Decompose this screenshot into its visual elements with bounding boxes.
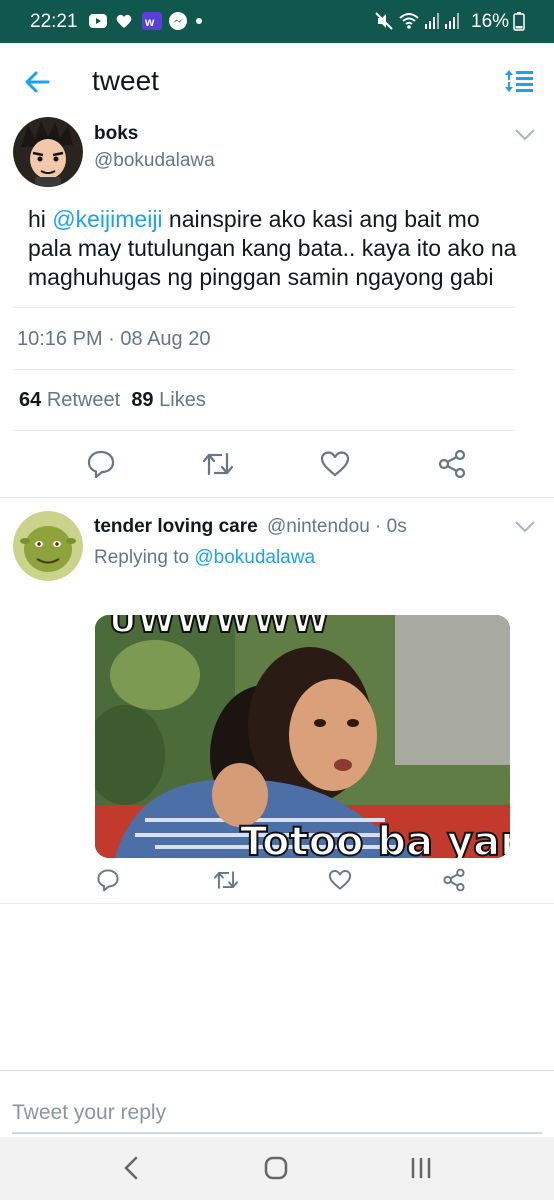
- signal-2-icon: [445, 13, 459, 29]
- like-icon[interactable]: [320, 450, 350, 478]
- reply-composer[interactable]: Tweet your reply: [0, 1070, 554, 1133]
- retweet-label[interactable]: Retweet: [47, 389, 120, 411]
- divider: [14, 430, 514, 431]
- reply-image[interactable]: UWWWWW Totoo ba yan?: [95, 615, 510, 858]
- nav-home-icon[interactable]: [263, 1155, 289, 1181]
- messenger-icon: [169, 12, 187, 30]
- battery-percent: 16%: [471, 11, 510, 32]
- status-time: 22:21: [30, 11, 78, 32]
- system-nav-bar: [0, 1137, 554, 1200]
- meme-bottom-caption: Totoo ba yan?: [239, 818, 510, 858]
- divider: [14, 307, 514, 308]
- sort-icon[interactable]: [504, 68, 534, 94]
- reply-share-icon[interactable]: [442, 868, 466, 892]
- signal-icon: [425, 13, 439, 29]
- tweet-body: hi @keijimeiji nainspire ako kasi ang ba…: [28, 205, 528, 292]
- reply-retweet-icon[interactable]: [213, 869, 239, 891]
- tweet-text-prefix: hi: [28, 206, 53, 232]
- nav-back-icon[interactable]: [120, 1155, 144, 1181]
- heart-app-icon: [116, 14, 132, 28]
- notification-dot-icon: [196, 18, 202, 24]
- tweet-timestamp: 10:16 PM · 08 Aug 20: [17, 328, 211, 350]
- replying-to: Replying to @bokudalawa: [94, 547, 315, 569]
- chevron-down-icon[interactable]: [514, 128, 536, 142]
- reply-author-handle[interactable]: @nintendou · 0s: [267, 516, 407, 538]
- reply-icon[interactable]: [86, 449, 116, 479]
- reply-author-avatar[interactable]: [13, 511, 83, 581]
- section-divider: [0, 497, 554, 498]
- back-arrow-icon[interactable]: [22, 65, 56, 99]
- reply-input-underline: [12, 1132, 542, 1134]
- mention-link[interactable]: @keijimeiji: [52, 206, 162, 232]
- status-bar: 22:21 w 16%: [0, 0, 554, 43]
- top-app-bar: tweet: [0, 43, 554, 119]
- wifi-icon: [399, 13, 419, 29]
- svg-text:w: w: [144, 15, 155, 29]
- author-name[interactable]: boks: [94, 123, 138, 145]
- replying-prefix: Replying to: [94, 547, 195, 568]
- retweet-icon[interactable]: [202, 450, 234, 478]
- share-icon[interactable]: [437, 449, 467, 479]
- reply-reply-icon[interactable]: [96, 868, 120, 892]
- page-title: tweet: [92, 65, 159, 96]
- reply-like-icon[interactable]: [328, 869, 352, 891]
- youtube-icon: [89, 14, 107, 28]
- likes-label[interactable]: Likes: [159, 389, 206, 411]
- author-avatar[interactable]: [13, 117, 83, 187]
- reply-chevron-down-icon[interactable]: [514, 520, 536, 534]
- webtoon-icon: w: [142, 12, 162, 30]
- reply-input-placeholder[interactable]: Tweet your reply: [12, 1101, 166, 1125]
- meme-top-caption: UWWWWW: [108, 615, 331, 642]
- replying-to-link[interactable]: @bokudalawa: [194, 547, 315, 568]
- tweet-stats: 64 Retweet 89 Likes: [19, 389, 206, 412]
- mute-icon: [375, 12, 393, 30]
- likes-count[interactable]: 89: [131, 389, 153, 411]
- divider: [14, 369, 514, 370]
- author-handle[interactable]: @bokudalawa: [94, 150, 215, 172]
- section-divider: [0, 903, 554, 904]
- reply-author-name[interactable]: tender loving care: [94, 516, 258, 538]
- nav-recents-icon[interactable]: [408, 1155, 434, 1181]
- battery-icon: [513, 12, 525, 31]
- retweet-count[interactable]: 64: [19, 389, 41, 411]
